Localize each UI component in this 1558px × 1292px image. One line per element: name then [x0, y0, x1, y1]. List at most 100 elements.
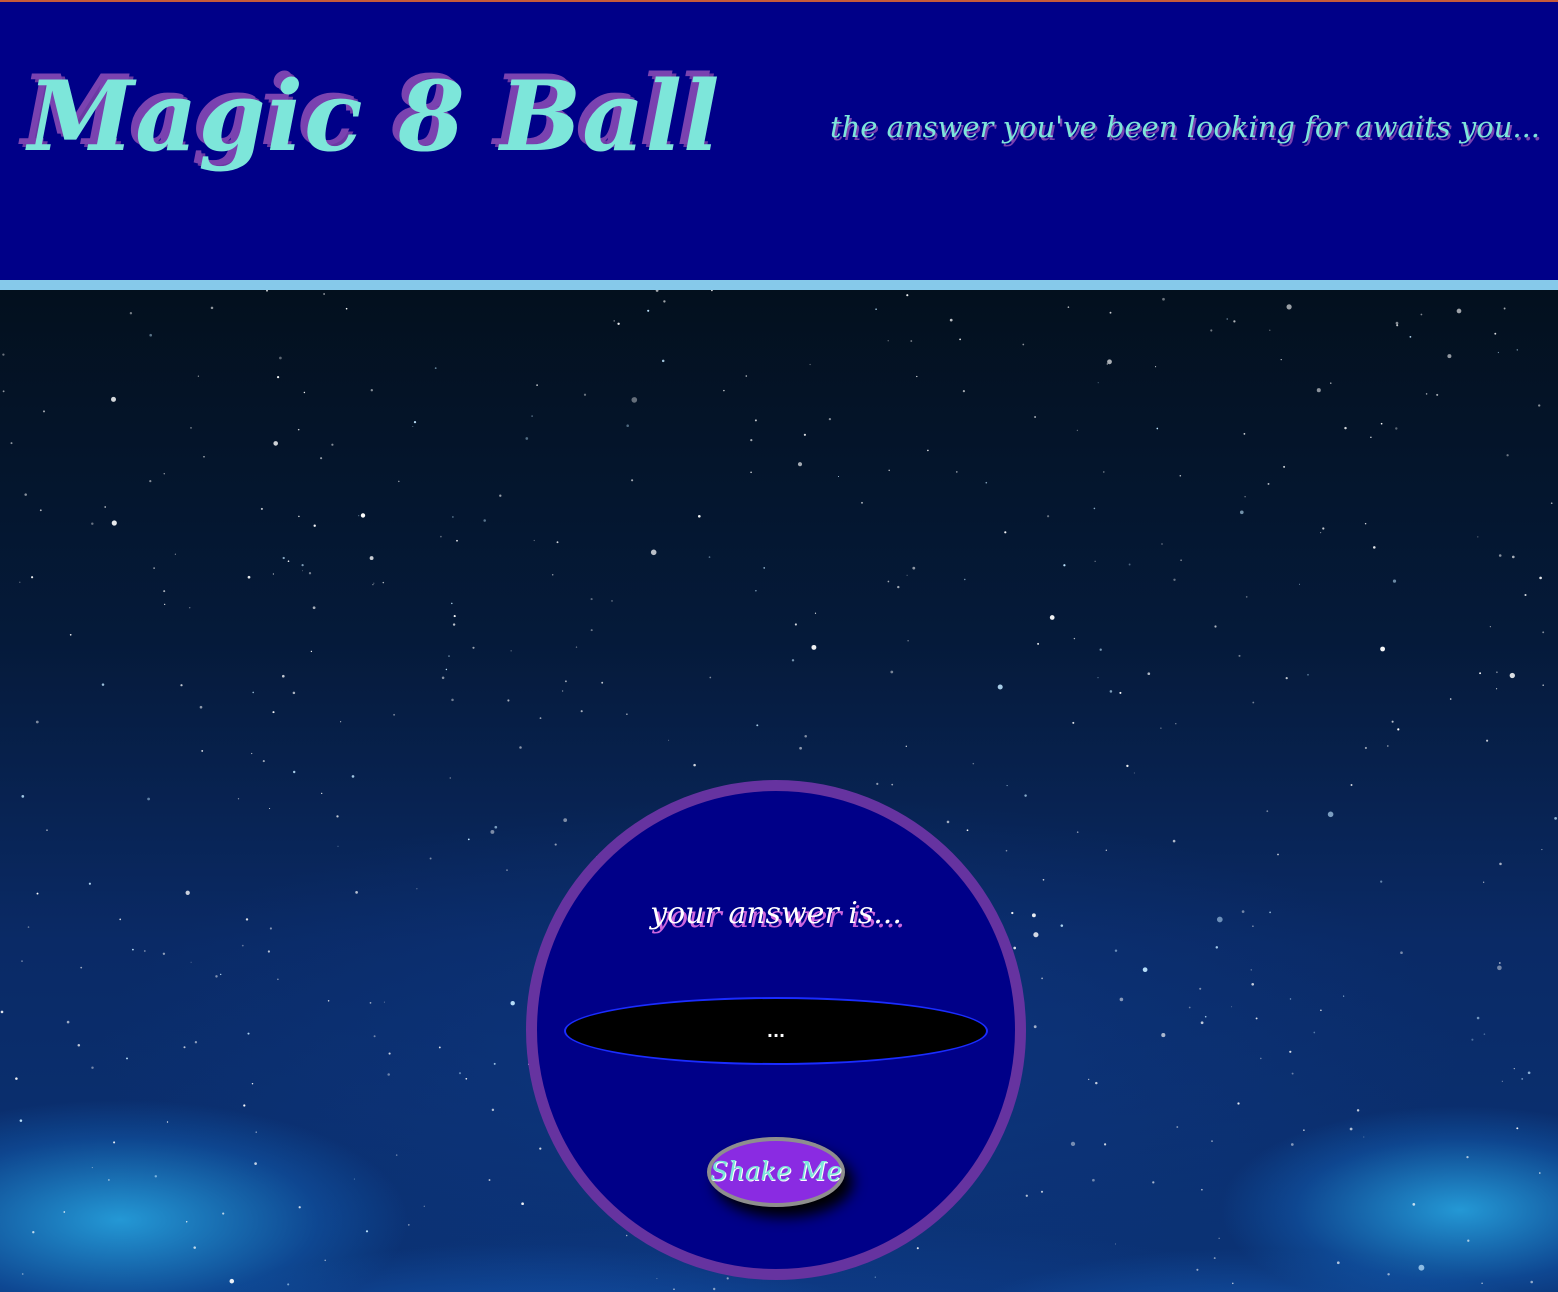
star	[416, 888, 418, 890]
star	[1503, 307, 1506, 310]
star	[297, 428, 300, 431]
star	[1161, 543, 1163, 545]
star	[1099, 648, 1102, 651]
star	[611, 600, 613, 602]
star	[1380, 880, 1383, 883]
star	[888, 469, 890, 472]
star	[626, 713, 628, 715]
star	[647, 309, 650, 312]
star	[539, 1147, 542, 1150]
star	[799, 746, 802, 750]
star	[251, 1082, 254, 1085]
star	[382, 581, 385, 584]
star	[15, 1077, 18, 1080]
star	[1115, 1243, 1116, 1245]
star	[1541, 849, 1543, 851]
star	[166, 1121, 169, 1123]
star	[308, 572, 312, 575]
star	[149, 333, 152, 337]
star	[91, 1066, 94, 1069]
star	[324, 1259, 326, 1262]
star	[194, 1041, 198, 1044]
star	[440, 535, 442, 538]
star	[452, 623, 456, 626]
star	[423, 1205, 425, 1207]
star	[243, 1104, 246, 1107]
star	[1400, 951, 1403, 955]
star	[828, 417, 832, 421]
star	[1289, 998, 1292, 1000]
star	[1396, 324, 1399, 327]
star	[310, 650, 313, 653]
star	[887, 340, 889, 342]
star	[507, 699, 510, 702]
star	[1350, 784, 1353, 786]
star	[1067, 306, 1070, 308]
star	[756, 724, 759, 727]
star	[1201, 1188, 1203, 1191]
star	[104, 506, 107, 508]
star	[66, 1020, 70, 1024]
star	[149, 480, 152, 483]
star	[252, 691, 255, 694]
star	[966, 829, 969, 832]
star	[1420, 313, 1423, 316]
star	[1509, 672, 1515, 679]
star	[467, 838, 470, 841]
star	[955, 471, 958, 473]
star	[1483, 1033, 1486, 1035]
star	[0, 1010, 4, 1014]
star	[21, 960, 23, 963]
star	[1103, 471, 1105, 473]
star	[1486, 739, 1489, 742]
star	[1277, 853, 1279, 856]
star	[1119, 997, 1124, 1002]
star	[1109, 690, 1113, 693]
star	[1280, 359, 1282, 361]
star	[163, 590, 166, 593]
star	[237, 798, 240, 800]
star	[506, 869, 508, 871]
star	[887, 580, 890, 583]
star	[320, 457, 323, 460]
star	[1245, 596, 1248, 598]
star	[1041, 977, 1043, 980]
star	[1550, 502, 1553, 505]
star	[1498, 962, 1501, 964]
star	[1237, 1102, 1240, 1105]
star	[710, 290, 713, 292]
shake-me-button[interactable]: Shake Me	[707, 1137, 845, 1207]
star	[949, 318, 953, 322]
star	[1539, 576, 1542, 580]
star	[562, 690, 564, 692]
star	[1291, 1072, 1294, 1075]
star	[1147, 672, 1151, 676]
site-header: Magic 8 Ball the answer you've been look…	[0, 2, 1558, 280]
star	[1447, 354, 1452, 359]
star	[201, 749, 204, 752]
star	[91, 522, 94, 525]
header-divider	[0, 280, 1558, 290]
star	[1496, 671, 1498, 674]
star	[298, 1206, 301, 1209]
star	[1343, 995, 1345, 997]
star	[323, 293, 325, 295]
star	[1033, 1025, 1037, 1029]
star	[129, 312, 133, 315]
star	[312, 606, 316, 610]
star	[126, 1057, 128, 1060]
star	[891, 783, 894, 786]
star	[875, 308, 877, 311]
star	[369, 556, 374, 561]
star	[398, 480, 400, 483]
star	[393, 713, 396, 716]
star	[985, 481, 988, 484]
star	[1211, 1140, 1213, 1142]
star	[215, 975, 218, 978]
star	[1320, 532, 1322, 534]
star	[1200, 1021, 1204, 1025]
star	[564, 680, 567, 683]
star	[491, 1108, 495, 1112]
star	[1397, 728, 1400, 731]
star	[874, 1276, 876, 1278]
